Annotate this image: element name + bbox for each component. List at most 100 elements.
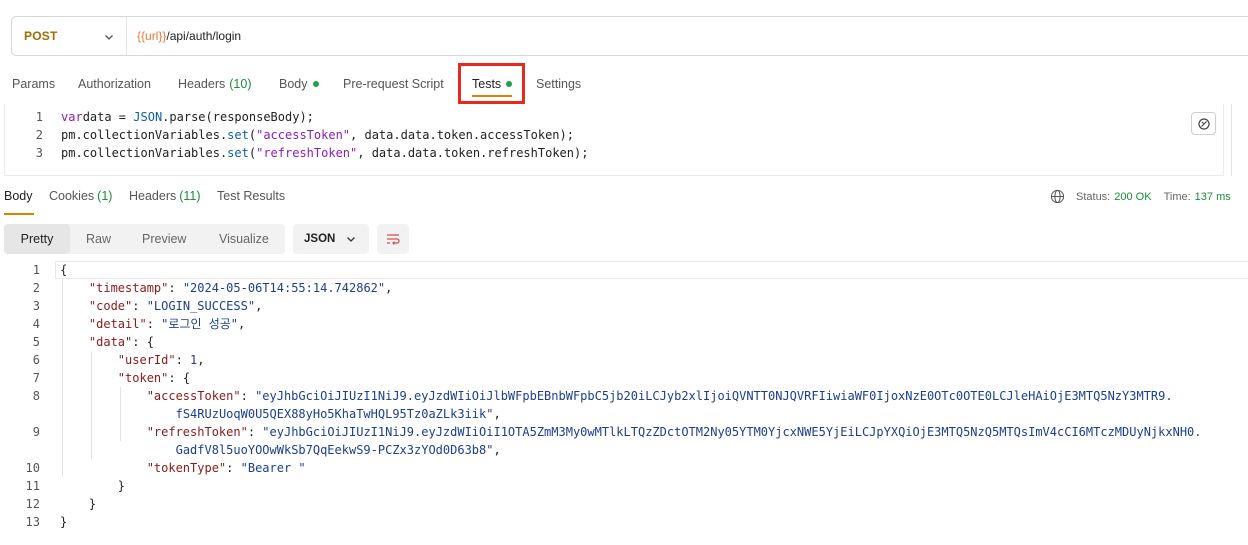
code-token: {	[60, 263, 68, 277]
format-label: JSON	[304, 233, 336, 245]
code-token: ,	[255, 299, 263, 313]
json-text: "data": {	[89, 333, 154, 351]
line-number: 10	[25, 461, 40, 475]
line-number: 11	[25, 479, 40, 493]
code-token: "2024-05-06T14:55:14.742862"	[182, 281, 386, 295]
code-token: :	[175, 353, 191, 367]
response-body-viewer[interactable]: 1 {2 "timestamp": "2024-05-06T14:55:14.742…	[0, 261, 1248, 545]
cookies-count: (1)	[97, 189, 113, 203]
line-number: 7	[32, 371, 40, 385]
line-number: 12	[25, 497, 40, 511]
line-number: 3	[35, 146, 43, 160]
tab-body[interactable]: Body	[279, 70, 319, 98]
json-text: {	[60, 261, 67, 279]
method-label: POST	[24, 29, 58, 43]
snippet-icon	[1197, 117, 1210, 130]
json-text: "token": {	[118, 369, 190, 387]
code-token: ,	[493, 443, 501, 457]
time-label: Time:	[1163, 190, 1191, 203]
code-token: "tokenType"	[146, 461, 227, 475]
tab-label: Headers	[178, 77, 226, 91]
snippets-button[interactable]	[1191, 112, 1216, 135]
code-token: (	[248, 146, 257, 160]
tab-label: Pre-request Script	[343, 77, 444, 91]
editor-scrollbar[interactable]	[1226, 104, 1238, 176]
format-select[interactable]: JSON	[293, 224, 369, 254]
current-line-highlight	[55, 261, 1248, 279]
view-preview[interactable]: Preview	[142, 224, 186, 254]
code-token: }	[88, 497, 97, 511]
time-value[interactable]: 137 ms	[1195, 191, 1231, 203]
tab-label: Headers	[129, 189, 177, 203]
line-number: 2	[35, 128, 43, 142]
json-text: "timestamp": "2024-05-06T14:55:14.742862…	[89, 279, 392, 297]
response-tab-body[interactable]: Body	[4, 189, 33, 203]
url-path: /api/auth/login	[166, 29, 242, 43]
json-text: "tokenType": "Bearer "	[147, 459, 306, 477]
tab-pre-request-script[interactable]: Pre-request Script	[343, 70, 444, 98]
tab-headers[interactable]: Headers (10)	[178, 70, 251, 98]
url-input[interactable]: {{url}}/api/auth/login	[127, 29, 241, 43]
body-indicator-dot	[312, 81, 319, 87]
response-tab-cookies[interactable]: Cookies (1)	[49, 189, 112, 203]
code-token: ,	[238, 317, 246, 331]
response-tab-headers[interactable]: Headers (11)	[129, 189, 201, 203]
view-visualize[interactable]: Visualize	[219, 224, 269, 254]
tab-label: Body	[279, 77, 308, 91]
status-value[interactable]: 200 OK	[1114, 191, 1151, 203]
json-text: "userId": 1,	[118, 351, 205, 369]
wrap-lines-icon	[387, 234, 400, 245]
view-raw[interactable]: Raw	[86, 224, 111, 254]
code-token: .parse(responseBody);	[162, 110, 314, 124]
wrap-lines-button[interactable]	[377, 224, 409, 254]
tab-authorization[interactable]: Authorization	[78, 70, 151, 98]
code-token: :	[146, 317, 162, 331]
globe-icon[interactable]	[1050, 189, 1065, 204]
tab-params[interactable]: Params	[12, 70, 55, 98]
line-number: 4	[32, 317, 40, 331]
code-token: pm.collectionVariables.	[61, 146, 228, 160]
code-token: , data.data.token.refreshToken);	[357, 146, 589, 160]
request-tabs: Params Authorization Headers (10) Body Pr…	[0, 70, 1248, 100]
tests-tab-highlight	[458, 63, 525, 104]
line-number: 3	[32, 299, 40, 313]
code-token: "accessToken"	[146, 389, 241, 403]
active-response-tab-underline	[4, 213, 34, 215]
indent-guide	[90, 351, 92, 459]
code-token: "refreshToken"	[256, 146, 358, 160]
code-token: "detail"	[88, 317, 147, 331]
code-token: JSON	[133, 110, 163, 124]
chevron-down-icon	[105, 35, 113, 40]
response-status: Status: 200 OK Time: 137 ms	[1050, 189, 1231, 204]
view-mode-segmented-control: Pretty Raw Preview Visualize	[4, 224, 285, 254]
tab-settings[interactable]: Settings	[536, 70, 581, 98]
code-token: set	[227, 146, 249, 160]
view-pretty[interactable]: Pretty	[4, 224, 70, 254]
line-number: 8	[32, 389, 40, 403]
code-token: (	[248, 128, 257, 142]
code-token: : {	[132, 335, 154, 349]
indent-guide	[62, 279, 63, 477]
json-text: }	[60, 513, 67, 531]
code-token: :	[247, 425, 263, 439]
code-token: :	[226, 461, 241, 475]
method-select[interactable]: POST	[12, 17, 127, 55]
status-label: Status:	[1076, 190, 1111, 203]
code-text: pm.collectionVariables.set("accessToken"…	[61, 126, 574, 144]
code-token: : {	[168, 371, 191, 385]
url-variable: {{url}}	[137, 29, 167, 43]
headers-count: (11)	[179, 189, 201, 203]
code-token: "timestamp"	[88, 281, 169, 295]
code-token: "data"	[88, 335, 133, 349]
code-text: vardata = JSON.parse(responseBody);	[61, 108, 314, 126]
code-token: "로그인 성공"	[161, 317, 239, 331]
test-script-editor[interactable]: 1 vardata = JSON.parse(responseBody); 2 pm.…	[4, 104, 1224, 176]
code-token: , data.data.token.accessToken);	[350, 128, 574, 142]
request-url-bar: POST {{url}}/api/auth/login	[11, 16, 1248, 56]
response-tab-test-results[interactable]: Test Results	[217, 189, 285, 203]
headers-count: (10)	[229, 77, 252, 91]
line-number: 1	[35, 110, 43, 124]
response-tabs: Body Cookies (1) Headers (11) Test Results…	[0, 189, 1248, 215]
line-number: 6	[32, 353, 40, 367]
json-text: "code": "LOGIN_SUCCESS",	[89, 297, 262, 315]
